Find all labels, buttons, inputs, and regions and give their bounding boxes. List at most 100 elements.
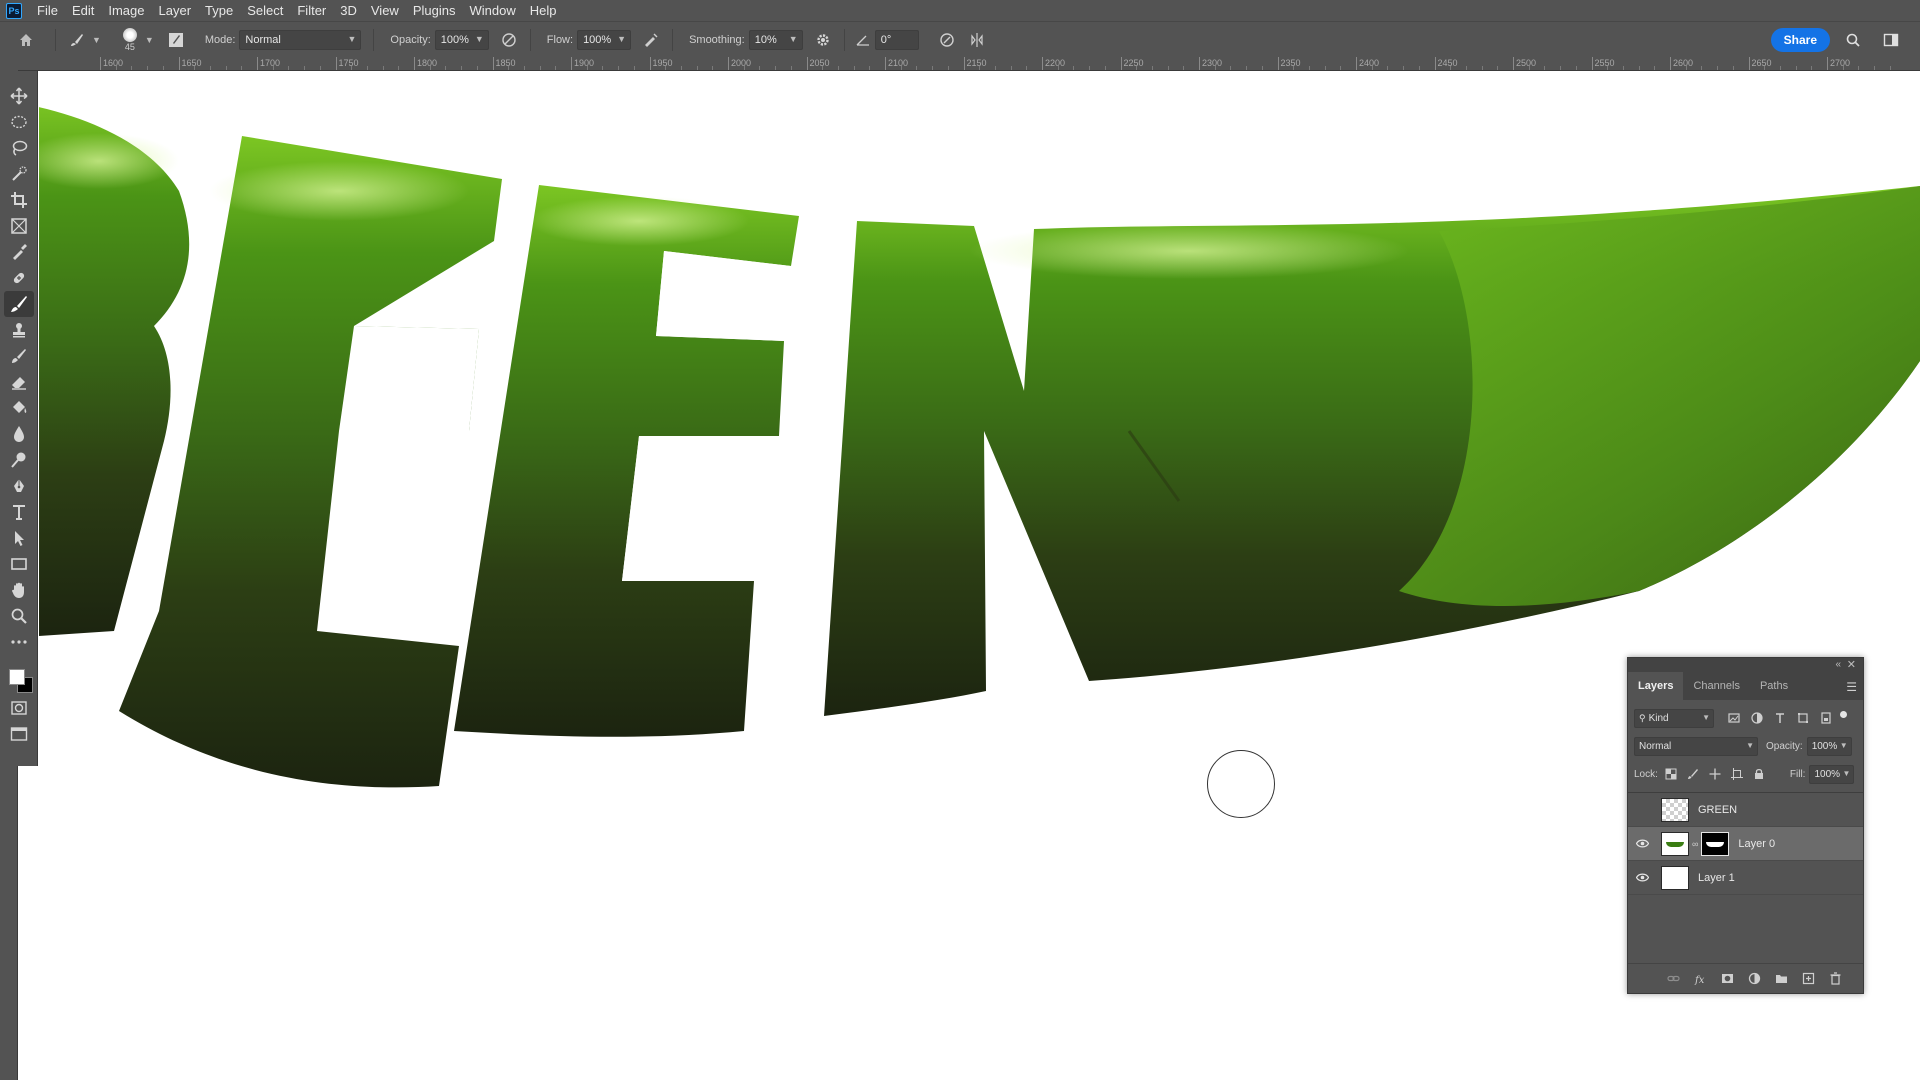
rectangle-icon[interactable] — [4, 551, 34, 577]
ruler-minor-tick — [665, 66, 667, 70]
close-icon[interactable]: ✕ — [1847, 658, 1856, 671]
adjustment-layer-icon[interactable] — [1741, 969, 1768, 989]
menu-layer[interactable]: Layer — [152, 0, 199, 21]
dodge-icon[interactable] — [4, 447, 34, 473]
clone-stamp-icon[interactable] — [4, 317, 34, 343]
lasso-icon[interactable] — [4, 135, 34, 161]
pixel-filter-icon[interactable] — [1726, 710, 1742, 726]
layer-row-layer-1[interactable]: Layer 1 — [1628, 861, 1863, 895]
brush-tool-preset-icon[interactable] — [65, 28, 89, 52]
blur-icon[interactable] — [4, 421, 34, 447]
layer-opacity-field[interactable]: 100% ▼ — [1806, 736, 1852, 756]
foreground-color-swatch[interactable] — [8, 669, 25, 685]
history-brush-icon[interactable] — [4, 343, 34, 369]
eye-icon[interactable] — [1631, 861, 1653, 895]
healing-brush-icon[interactable] — [4, 265, 34, 291]
filter-toggle[interactable] — [1840, 710, 1847, 718]
search-icon[interactable] — [1841, 28, 1865, 52]
menu-help[interactable]: Help — [523, 0, 564, 21]
more-tools-icon[interactable] — [4, 629, 34, 655]
mode-select[interactable]: Normal ▼ — [239, 29, 362, 50]
move-tool-icon[interactable] — [4, 83, 34, 109]
workspace-icon[interactable] — [1879, 28, 1903, 52]
brush-icon[interactable] — [3, 291, 34, 317]
symmetry-icon[interactable] — [965, 28, 989, 52]
link-layers-icon[interactable] — [1660, 969, 1687, 989]
menu-plugins[interactable]: Plugins — [406, 0, 463, 21]
link-icon[interactable]: ∞ — [1692, 839, 1698, 849]
share-button[interactable]: Share — [1770, 28, 1830, 52]
brush-angle-field[interactable]: 0° — [874, 29, 919, 50]
panel-menu-icon[interactable]: ☰ — [1846, 680, 1857, 694]
ellipse-marquee-icon[interactable] — [4, 109, 34, 135]
pressure-opacity-icon[interactable] — [497, 28, 521, 52]
separator — [373, 28, 375, 51]
path-selection-icon[interactable] — [4, 525, 34, 551]
eraser-icon[interactable] — [4, 369, 34, 395]
tab-channels[interactable]: Channels — [1683, 672, 1749, 700]
airbrush-icon[interactable] — [639, 28, 663, 52]
pen-icon[interactable] — [4, 473, 34, 499]
menu-3d[interactable]: 3D — [333, 0, 364, 21]
shape-filter-icon[interactable] — [1795, 710, 1811, 726]
tab-layers[interactable]: Layers — [1628, 672, 1684, 700]
quick-mask-icon[interactable] — [4, 695, 34, 721]
color-swatches[interactable] — [4, 659, 34, 695]
menu-file[interactable]: File — [30, 0, 65, 21]
chevron-down-icon[interactable]: ▼ — [145, 35, 154, 45]
new-group-icon[interactable] — [1768, 969, 1795, 989]
collapse-icon[interactable]: « — [1835, 659, 1841, 670]
panel-title-bar[interactable]: « ✕ — [1628, 658, 1863, 672]
new-layer-icon[interactable] — [1795, 969, 1822, 989]
smart-object-filter-icon[interactable] — [1818, 710, 1834, 726]
eye-icon[interactable] — [1631, 827, 1653, 861]
opacity-field[interactable]: 100% ▼ — [434, 29, 489, 50]
type-icon[interactable] — [4, 499, 34, 525]
filter-kind-select[interactable]: ⚲ Kind ▼ — [1634, 708, 1714, 728]
layer-mask-thumbnail[interactable] — [1701, 831, 1730, 856]
gear-icon[interactable] — [811, 28, 835, 52]
menu-window[interactable]: Window — [462, 0, 522, 21]
eyedropper-icon[interactable] — [4, 239, 34, 265]
lock-artboard-icon[interactable] — [1728, 765, 1746, 783]
adjustment-filter-icon[interactable] — [1749, 710, 1765, 726]
menu-edit[interactable]: Edit — [65, 0, 101, 21]
delete-layer-icon[interactable] — [1822, 969, 1849, 989]
layer-row-green[interactable]: GREEN — [1628, 793, 1863, 827]
flow-field[interactable]: 100% ▼ — [577, 29, 632, 50]
crop-icon[interactable] — [4, 187, 34, 213]
fill-field[interactable]: 100% ▼ — [1809, 764, 1855, 784]
pressure-size-icon[interactable] — [935, 28, 959, 52]
frame-icon[interactable] — [4, 213, 34, 239]
lock-position-icon[interactable] — [1706, 765, 1724, 783]
home-icon[interactable] — [14, 28, 38, 52]
lock-all-icon[interactable] — [1750, 765, 1768, 783]
paint-bucket-icon[interactable] — [4, 395, 34, 421]
lock-transparent-pixels-icon[interactable] — [1662, 765, 1680, 783]
ruler-minor-tick — [131, 66, 133, 70]
horizontal-ruler[interactable]: 1600 1650 1700 1750 1800 1850 1900 1950 2000 2050… — [18, 57, 1920, 71]
menu-image[interactable]: Image — [101, 0, 151, 21]
visibility-toggle-off[interactable] — [1631, 793, 1653, 827]
menu-select[interactable]: Select — [240, 0, 290, 21]
ruler-corner — [0, 57, 18, 71]
menu-view[interactable]: View — [364, 0, 406, 21]
layer-row-layer-0[interactable]: ∞ Layer 0 — [1628, 827, 1863, 861]
chevron-down-icon[interactable]: ▼ — [92, 35, 101, 45]
brush-preset-picker[interactable]: 45 — [115, 25, 145, 55]
type-filter-icon[interactable] — [1772, 710, 1788, 726]
add-mask-icon[interactable] — [1714, 969, 1741, 989]
ruler-tick: 2700 — [1827, 57, 1850, 70]
zoom-icon[interactable] — [4, 603, 34, 629]
blend-mode-select[interactable]: Normal ▼ — [1634, 736, 1758, 756]
tab-paths[interactable]: Paths — [1750, 672, 1798, 700]
menu-filter[interactable]: Filter — [290, 0, 333, 21]
quick-selection-icon[interactable] — [4, 161, 34, 187]
layer-style-fx-icon[interactable]: fx — [1687, 969, 1714, 989]
lock-image-pixels-icon[interactable] — [1684, 765, 1702, 783]
smoothing-field[interactable]: 10% ▼ — [748, 29, 803, 50]
screen-mode-icon[interactable] — [4, 721, 34, 747]
menu-type[interactable]: Type — [198, 0, 240, 21]
brush-settings-panel-icon[interactable] — [164, 28, 188, 52]
hand-icon[interactable] — [4, 577, 34, 603]
